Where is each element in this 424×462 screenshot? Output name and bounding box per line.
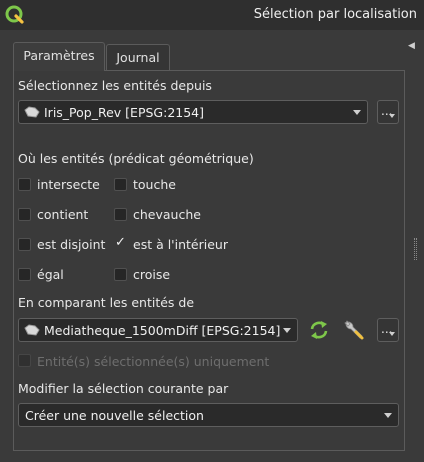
checkbox-croise[interactable]	[114, 268, 127, 281]
checkbox-label-selected-only: Entité(s) sélectionnée(s) uniquement	[37, 354, 270, 369]
compare-layer-label: En comparant les entités de	[18, 295, 195, 310]
window-title: Sélection par localisation	[253, 7, 417, 22]
tab-journal[interactable]: Journal	[106, 44, 170, 71]
refresh-icon[interactable]	[307, 318, 331, 342]
dropdown-arrow-icon	[389, 332, 395, 336]
title-bar: Sélection par localisation	[0, 0, 424, 30]
collapse-panel-icon[interactable]: ◀	[408, 41, 415, 51]
compare-more-button[interactable]: ...	[377, 318, 399, 342]
dropdown-arrow-icon	[389, 114, 395, 118]
chevron-down-icon	[384, 413, 392, 418]
checkbox-selected-only[interactable]	[18, 354, 31, 367]
source-more-button[interactable]: ...	[377, 100, 399, 124]
tab-parametres[interactable]: Paramètres	[13, 42, 105, 71]
splitter-handle[interactable]	[414, 238, 417, 260]
checkbox-label-egal: égal	[37, 267, 64, 282]
predicate-label: Où les entités (prédicat géométrique)	[18, 151, 254, 166]
checkbox-label-est-disjoint: est disjoint	[37, 237, 106, 252]
checkbox-contient[interactable]	[18, 208, 31, 221]
checkbox-touche[interactable]	[114, 178, 127, 191]
checkbox-label-croise: croise	[133, 267, 171, 282]
polygon-layer-icon	[24, 324, 40, 336]
checkbox-label-touche: touche	[133, 177, 176, 192]
checkbox-label-est-a-l-interieur: est à l'intérieur	[133, 237, 228, 252]
checkbox-egal[interactable]	[18, 268, 31, 281]
compare-layer-combo[interactable]: Mediatheque_1500mDiff [EPSG:2154]	[18, 318, 298, 342]
checkbox-label-chevauche: chevauche	[133, 207, 201, 222]
modify-selection-combo[interactable]: Créer une nouvelle sélection	[18, 403, 399, 427]
checkbox-intersecte[interactable]	[18, 178, 31, 191]
chevron-down-icon	[353, 110, 361, 115]
compare-layer-value: Mediatheque_1500mDiff [EPSG:2154]	[44, 323, 281, 338]
qgis-logo-icon	[5, 5, 24, 24]
checkbox-est-a-l-interieur[interactable]	[114, 235, 127, 251]
source-layer-combo[interactable]: Iris_Pop_Rev [EPSG:2154]	[18, 100, 368, 124]
modify-selection-label: Modifier la sélection courante par	[18, 381, 229, 396]
checkbox-label-intersecte: intersecte	[37, 177, 100, 192]
polygon-layer-icon	[24, 106, 40, 118]
source-layer-label: Sélectionnez les entités depuis	[18, 78, 212, 93]
modify-selection-value: Créer une nouvelle sélection	[25, 408, 204, 423]
checkbox-label-contient: contient	[37, 207, 89, 222]
chevron-down-icon	[283, 328, 291, 333]
wrench-icon[interactable]	[342, 318, 366, 342]
source-layer-value: Iris_Pop_Rev [EPSG:2154]	[44, 105, 205, 120]
checkbox-est-disjoint[interactable]	[18, 238, 31, 251]
checkbox-chevauche[interactable]	[114, 208, 127, 221]
